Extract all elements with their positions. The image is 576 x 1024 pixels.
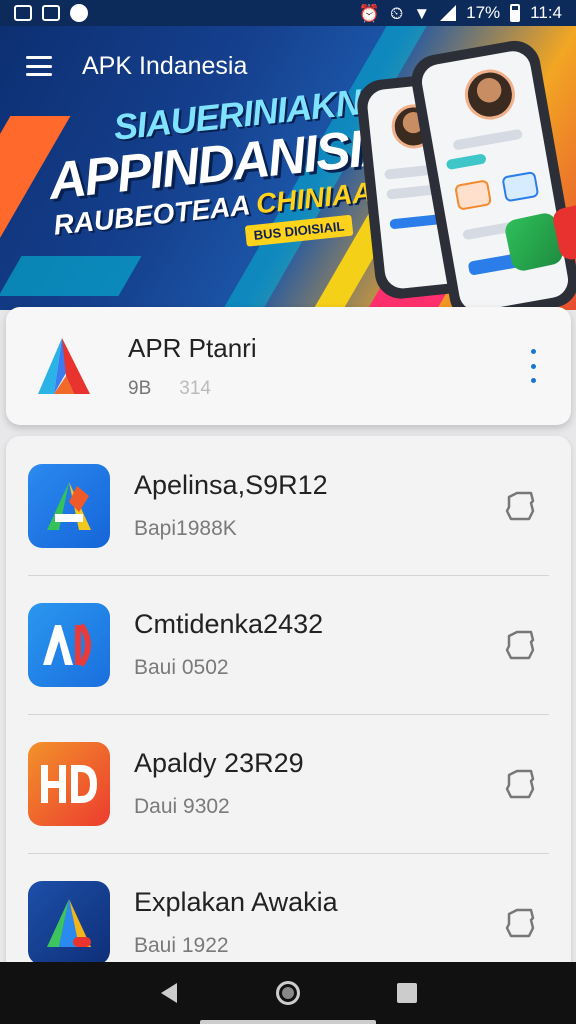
- status-right: ⏰ ⏲ ▼ 17% 11:4: [359, 3, 562, 23]
- list-item[interactable]: Cmtidenka2432 Baui 0502: [6, 575, 571, 714]
- app-meta: Baui 0502: [134, 656, 229, 679]
- back-button[interactable]: [149, 973, 189, 1013]
- alarm-icon: ⏰: [358, 3, 381, 23]
- featured-app-info: APR Ptanri 9B 314: [128, 333, 523, 400]
- wifi-icon: ▼: [413, 3, 431, 23]
- featured-app-card[interactable]: APR Ptanri 9B 314: [6, 307, 571, 425]
- featured-app-version: 314: [179, 377, 211, 399]
- download-icon[interactable]: [503, 767, 537, 801]
- hero-headline: SIAUERINIAKN APPINDANISIA RAUBEOTEAA CHI…: [42, 78, 405, 267]
- app-name: Explakan Awakia: [134, 887, 338, 917]
- download-icon[interactable]: [503, 628, 537, 662]
- app-name: Apaldy 23R29: [134, 748, 304, 778]
- download-icon[interactable]: [503, 906, 537, 940]
- app-list: Apelinsa,S9R12 Bapi1988K Cmtidenka2432 B…: [6, 436, 571, 976]
- app-name: Apelinsa,S9R12: [134, 470, 328, 500]
- app-name: Cmtidenka2432: [134, 609, 324, 639]
- gesture-pill: [200, 1020, 376, 1024]
- app-icon-a-blue: [28, 463, 110, 548]
- system-nav-bar: [0, 962, 576, 1024]
- battery-icon: [510, 4, 521, 22]
- app-info: Apelinsa,S9R12 Bapi1988K: [134, 470, 503, 541]
- featured-app-size: 9B: [128, 377, 152, 399]
- app-toolbar: APK Indanesia: [0, 26, 576, 106]
- signal-icon: [440, 5, 457, 21]
- app-meta: Daui 9302: [134, 795, 230, 818]
- app-icon-hd-orange: [28, 741, 110, 826]
- download-icon[interactable]: [503, 489, 537, 523]
- mini-button: [454, 179, 493, 211]
- app-meta: Baui 1922: [134, 934, 229, 957]
- home-button[interactable]: [268, 973, 308, 1013]
- hamburger-menu-icon[interactable]: [26, 56, 52, 76]
- clock: 11:4: [530, 3, 562, 22]
- app-info: Cmtidenka2432 Baui 0502: [134, 609, 503, 680]
- app-meta: Bapi1988K: [134, 517, 237, 540]
- list-item[interactable]: Apaldy 23R29 Daui 9302: [6, 714, 571, 853]
- alarm-secondary-icon: ⏲: [390, 3, 404, 23]
- app-icon-ad-blue: [28, 602, 110, 687]
- recent-apps-button[interactable]: [387, 973, 427, 1013]
- home-icon: [275, 981, 300, 1005]
- list-item[interactable]: Explakan Awakia Baui 1922: [6, 853, 571, 976]
- gallery-notification-icon: [14, 5, 32, 21]
- status-left: [14, 4, 88, 22]
- app-info: Explakan Awakia Baui 1922: [134, 887, 503, 958]
- app-info: Apaldy 23R29 Daui 9302: [134, 748, 503, 819]
- back-icon: [161, 983, 178, 1003]
- app-title: APK Indanesia: [82, 51, 248, 80]
- featured-app-name: APR Ptanri: [128, 332, 257, 363]
- mail-notification-icon: [42, 5, 60, 21]
- mini-row: [445, 153, 487, 171]
- featured-app-meta: 9B 314: [128, 378, 523, 400]
- chat-notification-icon: [70, 4, 88, 22]
- recent-apps-icon: [396, 983, 417, 1003]
- status-bar: ⏰ ⏲ ▼ 17% 11:4: [0, 0, 576, 26]
- list-item[interactable]: Apelinsa,S9R12 Bapi1988K: [6, 436, 571, 575]
- featured-app-logo-icon: [32, 336, 98, 396]
- battery-percent: 17%: [466, 3, 501, 22]
- kebab-menu-icon[interactable]: [523, 349, 543, 383]
- hero-banner[interactable]: APK Indanesia SIAUERINIAKN APPINDANISIA …: [0, 26, 576, 310]
- mini-button: [501, 170, 540, 203]
- mini-row: [452, 128, 524, 151]
- app-icon-a-navy: [28, 880, 110, 965]
